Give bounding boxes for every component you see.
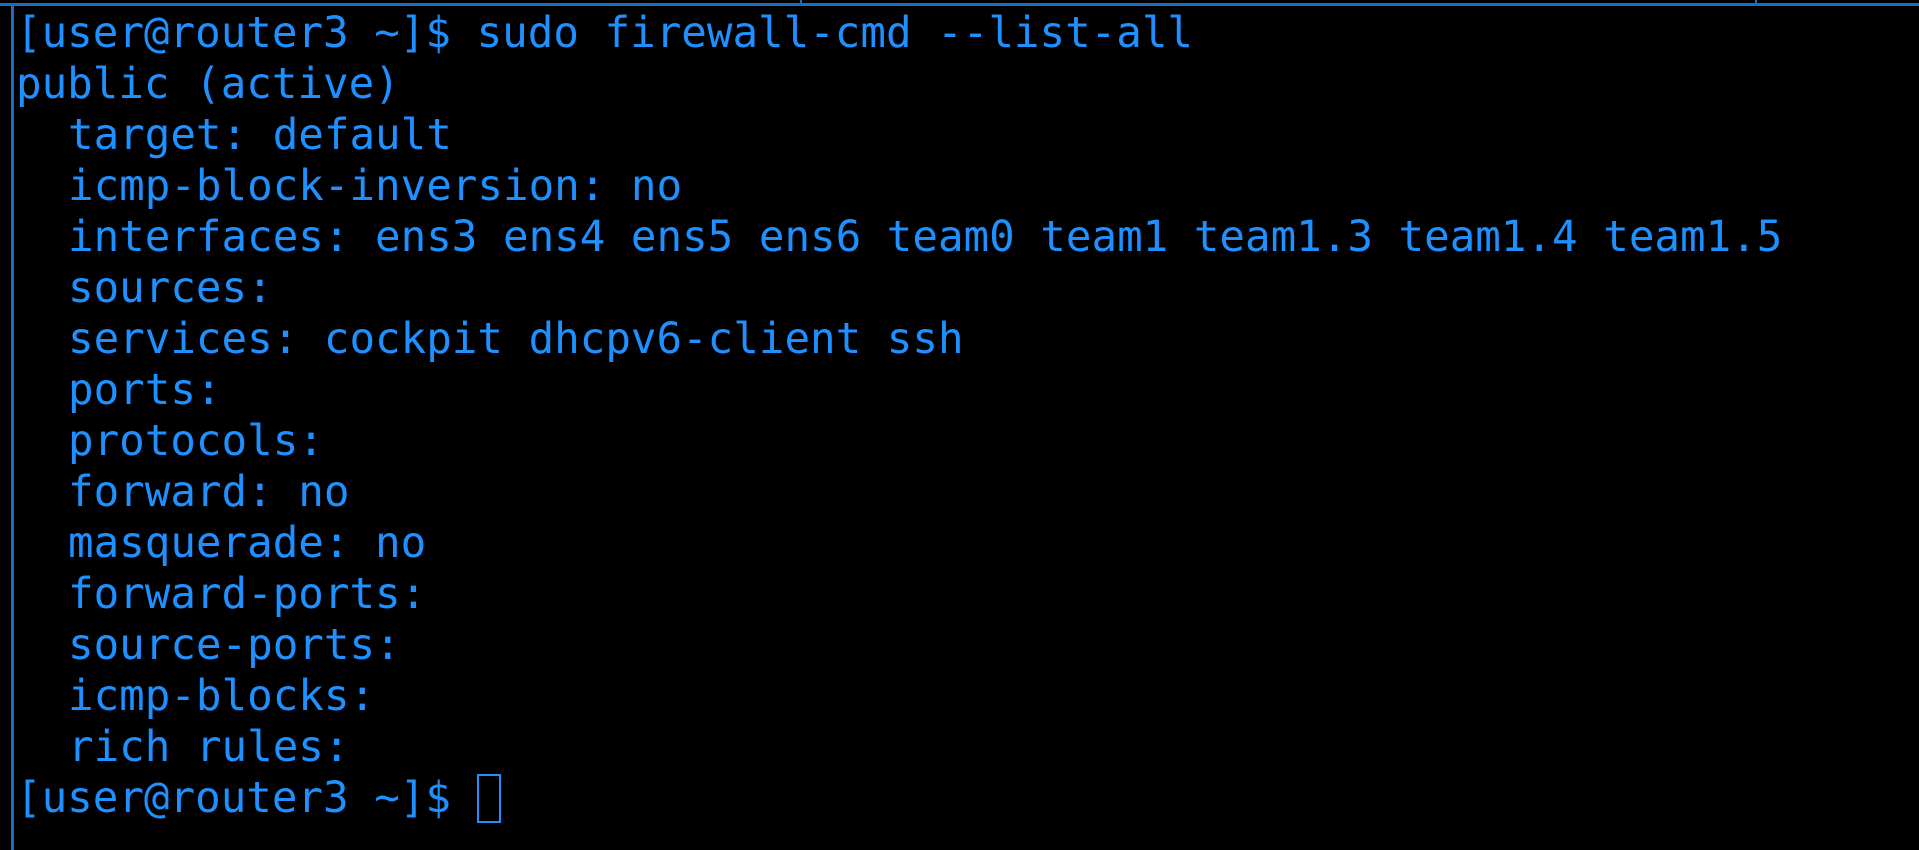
window-border-top: [0, 3, 1919, 6]
shell-prompt: [user@router3 ~]$: [16, 9, 451, 58]
output-line: public (active): [16, 59, 1782, 110]
output-line: forward-ports:: [16, 569, 1782, 620]
services-line: services: cockpit dhcpv6-client ssh: [68, 315, 964, 364]
target-line: target: default: [68, 111, 452, 160]
output-line: interfaces: ens3 ens4 ens5 ens6 team0 te…: [16, 212, 1782, 263]
icmp-blocks-line: icmp-blocks:: [68, 672, 376, 721]
interfaces-line: interfaces: ens3 ens4 ens5 ens6 team0 te…: [68, 213, 1783, 262]
sources-line: sources:: [68, 264, 273, 313]
text-cursor[interactable]: [476, 774, 501, 823]
source-ports-line: source-ports:: [68, 621, 401, 670]
output-line: icmp-blocks:: [16, 671, 1782, 722]
output-line: source-ports:: [16, 620, 1782, 671]
rich-rules-line: rich rules:: [68, 723, 350, 772]
window-border-notch: [800, 0, 802, 4]
shell-prompt: [user@router3 ~]$: [16, 774, 451, 823]
output-line: icmp-block-inversion: no: [16, 161, 1782, 212]
command-line: [user@router3 ~]$ sudo firewall-cmd --li…: [16, 8, 1782, 59]
terminal-output: [user@router3 ~]$ sudo firewall-cmd --li…: [16, 8, 1782, 824]
masquerade-line: masquerade: no: [68, 519, 427, 568]
output-line: rich rules:: [16, 722, 1782, 773]
terminal-window[interactable]: [user@router3 ~]$ sudo firewall-cmd --li…: [0, 0, 1919, 850]
icmp-block-inversion-line: icmp-block-inversion: no: [68, 162, 683, 211]
forward-ports-line: forward-ports:: [68, 570, 427, 619]
output-line: sources:: [16, 263, 1782, 314]
output-line: protocols:: [16, 416, 1782, 467]
forward-line: forward: no: [68, 468, 350, 517]
window-border-notch: [1755, 0, 1757, 4]
input-line[interactable]: [user@router3 ~]$: [16, 773, 1782, 824]
output-line: ports:: [16, 365, 1782, 416]
protocols-line: protocols:: [68, 417, 324, 466]
output-line: masquerade: no: [16, 518, 1782, 569]
ports-line: ports:: [68, 366, 222, 415]
command-text: sudo firewall-cmd --list-all: [476, 9, 1194, 58]
window-border-left: [11, 3, 14, 850]
output-line: forward: no: [16, 467, 1782, 518]
output-line: services: cockpit dhcpv6-client ssh: [16, 314, 1782, 365]
zone-heading: public (active): [16, 60, 400, 109]
output-line: target: default: [16, 110, 1782, 161]
